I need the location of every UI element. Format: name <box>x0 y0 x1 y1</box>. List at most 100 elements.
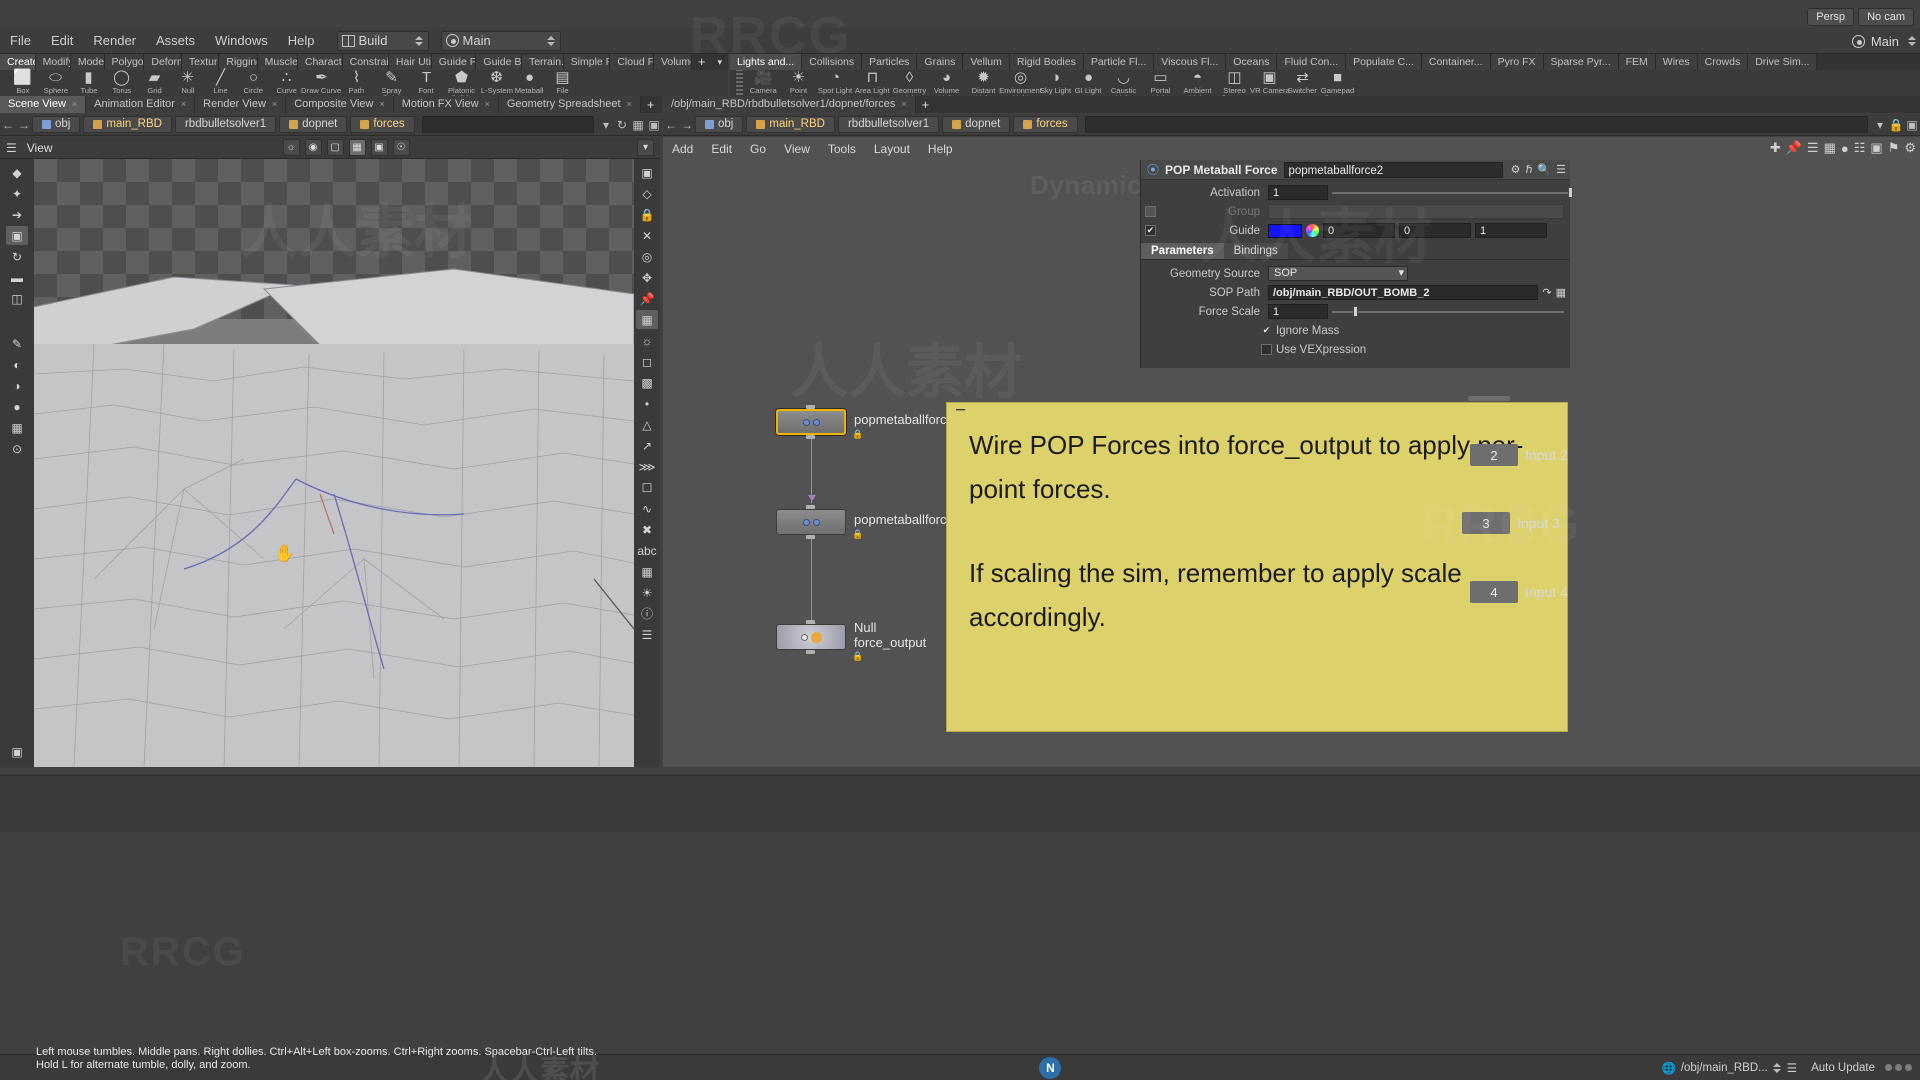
crumb-forces[interactable]: forces <box>350 116 414 133</box>
shelf-tool-sphere[interactable]: ⬭Sphere <box>39 70 72 95</box>
close-icon[interactable]: × <box>379 96 384 113</box>
shelf-tab-texture[interactable]: Texture <box>182 54 220 70</box>
vp-tool-handle-icon[interactable]: ◆ <box>6 163 28 182</box>
shelf-tool-gi-light[interactable]: ●GI Light <box>1072 70 1105 95</box>
shelf-tool-camera[interactable]: 🎥Camera <box>747 70 780 95</box>
shelf-tool-distant-light[interactable]: ✹Distant Light <box>965 70 1002 99</box>
shelf-tool-gamepad-camera[interactable]: ■Gamepad Camera <box>1319 70 1356 99</box>
geometry-source-select[interactable]: SOP ▾ <box>1268 266 1408 281</box>
shelf-left-tabs[interactable]: CreateModifyModelPolygonDeformTextureRig… <box>0 54 728 70</box>
path-forward-icon[interactable]: → <box>16 118 32 132</box>
shelf-tab-oceans[interactable]: Oceans <box>1226 54 1277 70</box>
shelf-tool-ambient-light[interactable]: ◓Ambient Light <box>1179 70 1216 99</box>
vp-r-wire-icon[interactable]: ▩ <box>636 373 658 392</box>
vp-r-pin-icon[interactable]: 📌 <box>636 289 658 308</box>
shelf-gripper[interactable] <box>736 70 743 99</box>
viewport-persp-button[interactable]: Persp <box>1807 8 1854 26</box>
force-scale-field[interactable]: 1 <box>1268 304 1328 319</box>
vp-r-cam-icon[interactable]: ◻ <box>636 352 658 371</box>
shelf-tool-volume-light[interactable]: ◕Volume Light <box>928 70 965 99</box>
crumb-main-rbd[interactable]: main_RBD <box>83 116 172 133</box>
path-dropdown-icon[interactable]: ▾ <box>598 118 614 132</box>
viewport-left-toolbar[interactable]: ◆ ✦ ➔ ▣ ↻ ▬ ◫ ✎ ◐ ◑ ● ▦ ⊙ ▣ <box>0 159 34 767</box>
net-note-icon[interactable]: ▣ <box>1870 140 1882 156</box>
vp-material-icon[interactable]: ◉ <box>305 139 322 156</box>
net-flag-icon[interactable]: ⚑ <box>1888 140 1900 156</box>
shelf-tab-rigid-bodies[interactable]: Rigid Bodies <box>1010 54 1084 70</box>
status-path-group[interactable]: 🌐 /obj/main_RBD... ☰ <box>1661 1061 1797 1075</box>
group-checkbox[interactable] <box>1145 206 1156 217</box>
net-menu-edit[interactable]: Edit <box>702 139 741 159</box>
shelf-tool-platonic-solids[interactable]: ⬟Platonic Solids <box>443 70 480 99</box>
shelf-tab-populate-c[interactable]: Populate C... <box>1346 54 1422 70</box>
vp-r-norm-icon[interactable]: ↗ <box>636 436 658 455</box>
network-input-2[interactable]: 2 Input 2 <box>1470 444 1568 466</box>
force-scale-slider[interactable] <box>1332 304 1564 319</box>
sticky-collapse-icon[interactable]: − <box>955 405 966 417</box>
net-tree-icon[interactable]: ☷ <box>1854 140 1866 156</box>
pane-tab-geometry-spreadsheet[interactable]: Geometry Spreadsheet× <box>499 96 641 113</box>
net-menu-view[interactable]: View <box>775 139 819 159</box>
vp-r-bbox-icon[interactable]: ☐ <box>636 478 658 497</box>
vp-r-prim-icon[interactable]: △ <box>636 415 658 434</box>
shelf-tool-vr-camera[interactable]: ▣VR Camera <box>1253 70 1286 95</box>
activation-field[interactable]: 1 <box>1268 185 1328 200</box>
vp-r-abc-icon[interactable]: abc <box>636 541 658 560</box>
vp-tool-select-icon[interactable]: ➔ <box>6 205 28 224</box>
shelf-tool-circle[interactable]: ○Circle <box>237 70 270 95</box>
shelf-tab-lights-and[interactable]: Lights and... <box>730 54 802 70</box>
right-crumb-obj[interactable]: obj <box>695 116 743 133</box>
net-menu-go[interactable]: Go <box>741 139 775 159</box>
menu-help[interactable]: Help <box>278 28 325 54</box>
parameter-row-geometry-source[interactable]: Geometry Source SOP ▾ <box>1141 264 1570 283</box>
vp-grid-icon[interactable]: ▦ <box>349 139 366 156</box>
parameter-row-use-vexpression[interactable]: Use VEXpression <box>1141 340 1570 359</box>
menu-edit[interactable]: Edit <box>41 28 83 54</box>
shelf-tab-hair-utils[interactable]: Hair Utils <box>389 54 432 70</box>
shelf-tab-viscous-fl[interactable]: Viscous Fl... <box>1154 54 1226 70</box>
shelf-add-tab-icon[interactable]: + <box>692 54 712 70</box>
vp-r-curve-icon[interactable]: ∿ <box>636 499 658 518</box>
vp-tool-paint-icon[interactable]: ◐ <box>6 355 28 374</box>
pane-tab-obj-main-rbd-rbdbulletsolver1-dopnet-forces[interactable]: /obj/main_RBD/rbdbulletsolver1/dopnet/fo… <box>663 96 916 113</box>
shelf-tab-create[interactable]: Create <box>0 54 36 70</box>
close-icon[interactable]: × <box>181 96 186 113</box>
parm-menu-icon[interactable]: ☰ <box>1556 163 1566 176</box>
close-icon[interactable]: × <box>485 96 490 113</box>
right-pane-tab-bar[interactable]: /obj/main_RBD/rbdbulletsolver1/dopnet/fo… <box>663 96 1920 113</box>
crumb-obj[interactable]: obj <box>32 116 80 133</box>
pane-tab-render-view[interactable]: Render View× <box>195 96 286 113</box>
close-icon[interactable]: × <box>272 96 277 113</box>
shelf-tab-deform[interactable]: Deform <box>144 54 182 70</box>
tab-parameters[interactable]: Parameters <box>1141 243 1224 259</box>
parameter-row-force-scale[interactable]: Force Scale 1 <box>1141 302 1570 321</box>
shelf-tool-line[interactable]: ╱Line <box>204 70 237 95</box>
shelf-tab-terrain[interactable]: Terrain... <box>522 54 564 70</box>
vp-tool-rotate-icon[interactable]: ↻ <box>6 247 28 266</box>
net-pin-icon[interactable]: 📌 <box>1786 140 1802 156</box>
parameter-row-guide[interactable]: ✔ Guide 0 0 1 <box>1141 221 1570 240</box>
right-path-back-icon[interactable]: ← <box>663 118 679 132</box>
parm-search-icon[interactable]: 🔍 <box>1537 163 1551 176</box>
shelf-tool-curve[interactable]: ∴Curve <box>270 70 303 95</box>
vp-r-cross-icon[interactable]: ✖ <box>636 520 658 539</box>
guide-checkbox[interactable]: ✔ <box>1145 225 1156 236</box>
shelf-tool-tube[interactable]: ▮Tube <box>72 70 105 95</box>
left-pane-tab-bar[interactable]: Scene View×Animation Editor×Render View×… <box>0 96 662 113</box>
net-menu-add[interactable]: Add <box>663 139 702 159</box>
guide-field-3[interactable]: 1 <box>1475 223 1547 238</box>
parameter-row-sop-path[interactable]: SOP Path /obj/main_RBD/OUT_BOMB_2 ↷ ▦ <box>1141 283 1570 302</box>
shelf-tab-particles[interactable]: Particles <box>862 54 917 70</box>
shelf-tab-charact[interactable]: Charact... <box>298 54 343 70</box>
net-menu-layout[interactable]: Layout <box>865 139 919 159</box>
close-icon[interactable]: × <box>901 96 906 113</box>
viewport-menu-icon[interactable]: ☰ <box>6 141 17 155</box>
net-menu-help[interactable]: Help <box>919 139 962 159</box>
shelf-tool-area-light[interactable]: ⊓Area Light <box>854 70 891 95</box>
ignore-mass-checkbox[interactable]: ✔ <box>1261 325 1272 336</box>
vp-r-x-icon[interactable]: ✕ <box>636 226 658 245</box>
vp-help-icon[interactable]: ☉ <box>393 139 410 156</box>
right-crumb-main-rbd[interactable]: main_RBD <box>746 116 835 133</box>
shelf-tool-sky-light[interactable]: ◑Sky Light <box>1039 70 1072 95</box>
sop-path-picker-icon[interactable]: ▦ <box>1556 286 1566 299</box>
